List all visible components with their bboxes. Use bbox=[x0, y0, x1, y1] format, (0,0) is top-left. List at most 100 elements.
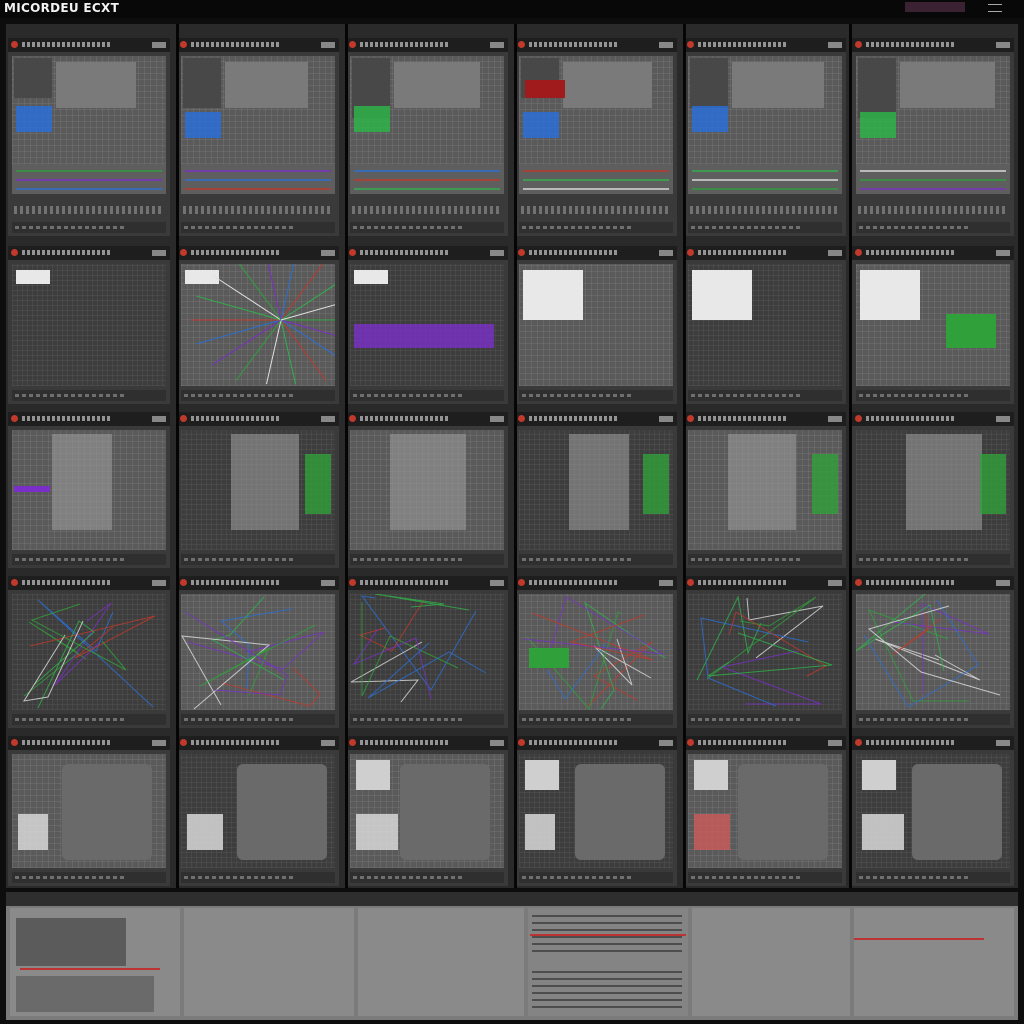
close-dot-icon[interactable] bbox=[349, 249, 356, 256]
status-ticks bbox=[522, 718, 632, 721]
workspace-thumbnail[interactable] bbox=[8, 246, 170, 404]
thumbnail-control-icon[interactable] bbox=[996, 250, 1010, 256]
workspace-thumbnail[interactable] bbox=[515, 412, 677, 568]
workspace-thumbnail[interactable] bbox=[684, 38, 846, 236]
close-dot-icon[interactable] bbox=[349, 415, 356, 422]
bottom-preview-2[interactable] bbox=[184, 908, 354, 1016]
thumbnail-control-icon[interactable] bbox=[828, 580, 842, 586]
close-dot-icon[interactable] bbox=[518, 249, 525, 256]
bottom-preview-6[interactable] bbox=[854, 908, 1014, 1016]
thumbnail-control-icon[interactable] bbox=[490, 42, 504, 48]
workspace-thumbnail[interactable] bbox=[852, 38, 1014, 236]
workspace-thumbnail[interactable] bbox=[346, 246, 508, 404]
close-dot-icon[interactable] bbox=[687, 41, 694, 48]
workspace-thumbnail[interactable] bbox=[177, 246, 339, 404]
thumbnail-control-icon[interactable] bbox=[490, 740, 504, 746]
thumbnail-control-icon[interactable] bbox=[659, 42, 673, 48]
workspace-thumbnail[interactable] bbox=[515, 38, 677, 236]
close-dot-icon[interactable] bbox=[349, 579, 356, 586]
close-dot-icon[interactable] bbox=[687, 579, 694, 586]
thumbnail-control-icon[interactable] bbox=[152, 740, 166, 746]
close-dot-icon[interactable] bbox=[518, 41, 525, 48]
close-dot-icon[interactable] bbox=[11, 739, 18, 746]
workspace-thumbnail[interactable] bbox=[515, 736, 677, 886]
thumbnail-control-icon[interactable] bbox=[659, 580, 673, 586]
thumbnail-control-icon[interactable] bbox=[828, 42, 842, 48]
close-dot-icon[interactable] bbox=[349, 41, 356, 48]
close-dot-icon[interactable] bbox=[687, 739, 694, 746]
thumbnail-control-icon[interactable] bbox=[659, 250, 673, 256]
bottom-preview-1[interactable] bbox=[10, 908, 180, 1016]
close-dot-icon[interactable] bbox=[855, 739, 862, 746]
close-dot-icon[interactable] bbox=[11, 579, 18, 586]
thumbnail-control-icon[interactable] bbox=[490, 416, 504, 422]
menu-icon[interactable] bbox=[988, 4, 1002, 12]
bottom-preview-4[interactable] bbox=[528, 908, 688, 1016]
workspace-thumbnail[interactable] bbox=[684, 576, 846, 728]
workspace-thumbnail[interactable] bbox=[8, 576, 170, 728]
workspace-thumbnail[interactable] bbox=[684, 412, 846, 568]
close-dot-icon[interactable] bbox=[855, 579, 862, 586]
workspace-thumbnail[interactable] bbox=[346, 736, 508, 886]
thumbnail-control-icon[interactable] bbox=[152, 250, 166, 256]
thumbnail-viewport bbox=[519, 430, 673, 550]
thumbnail-control-icon[interactable] bbox=[321, 250, 335, 256]
status-ticks bbox=[184, 876, 294, 879]
close-dot-icon[interactable] bbox=[180, 41, 187, 48]
thumbnail-control-icon[interactable] bbox=[152, 416, 166, 422]
thumbnail-control-icon[interactable] bbox=[659, 740, 673, 746]
workspace-thumbnail[interactable] bbox=[684, 246, 846, 404]
thumbnail-control-icon[interactable] bbox=[321, 580, 335, 586]
close-dot-icon[interactable] bbox=[180, 579, 187, 586]
workspace-thumbnail[interactable] bbox=[177, 38, 339, 236]
thumbnail-control-icon[interactable] bbox=[321, 42, 335, 48]
close-dot-icon[interactable] bbox=[687, 415, 694, 422]
bottom-preview-5[interactable] bbox=[692, 908, 850, 1016]
workspace-thumbnail[interactable] bbox=[852, 246, 1014, 404]
thumbnail-control-icon[interactable] bbox=[828, 740, 842, 746]
workspace-thumbnail[interactable] bbox=[852, 412, 1014, 568]
close-dot-icon[interactable] bbox=[11, 249, 18, 256]
workspace-thumbnail[interactable] bbox=[684, 736, 846, 886]
workspace-thumbnail[interactable] bbox=[177, 412, 339, 568]
close-dot-icon[interactable] bbox=[11, 41, 18, 48]
close-dot-icon[interactable] bbox=[518, 579, 525, 586]
workspace-thumbnail[interactable] bbox=[346, 576, 508, 728]
thumbnail-control-icon[interactable] bbox=[996, 42, 1010, 48]
thumbnail-control-icon[interactable] bbox=[828, 416, 842, 422]
close-dot-icon[interactable] bbox=[349, 739, 356, 746]
workspace-thumbnail[interactable] bbox=[8, 736, 170, 886]
close-dot-icon[interactable] bbox=[855, 41, 862, 48]
bottom-preview-3[interactable] bbox=[358, 908, 524, 1016]
thumbnail-control-icon[interactable] bbox=[490, 580, 504, 586]
thumbnail-control-icon[interactable] bbox=[152, 42, 166, 48]
close-dot-icon[interactable] bbox=[180, 249, 187, 256]
thumbnail-control-icon[interactable] bbox=[996, 416, 1010, 422]
close-dot-icon[interactable] bbox=[687, 249, 694, 256]
thumbnail-control-icon[interactable] bbox=[490, 250, 504, 256]
close-dot-icon[interactable] bbox=[11, 415, 18, 422]
workspace-thumbnail[interactable] bbox=[8, 38, 170, 236]
thumbnail-control-icon[interactable] bbox=[321, 416, 335, 422]
close-dot-icon[interactable] bbox=[518, 415, 525, 422]
workspace-thumbnail[interactable] bbox=[8, 412, 170, 568]
thumbnail-control-icon[interactable] bbox=[321, 740, 335, 746]
thumbnail-control-icon[interactable] bbox=[152, 580, 166, 586]
thumbnail-control-icon[interactable] bbox=[996, 580, 1010, 586]
thumbnail-control-icon[interactable] bbox=[659, 416, 673, 422]
workspace-thumbnail[interactable] bbox=[346, 38, 508, 236]
workspace-thumbnail[interactable] bbox=[515, 246, 677, 404]
workspace-thumbnail[interactable] bbox=[177, 576, 339, 728]
close-dot-icon[interactable] bbox=[518, 739, 525, 746]
thumbnail-control-icon[interactable] bbox=[828, 250, 842, 256]
workspace-thumbnail[interactable] bbox=[346, 412, 508, 568]
thumbnail-control-icon[interactable] bbox=[996, 740, 1010, 746]
close-dot-icon[interactable] bbox=[855, 249, 862, 256]
close-dot-icon[interactable] bbox=[180, 415, 187, 422]
workspace-thumbnail[interactable] bbox=[515, 576, 677, 728]
close-dot-icon[interactable] bbox=[180, 739, 187, 746]
workspace-thumbnail[interactable] bbox=[852, 736, 1014, 886]
close-dot-icon[interactable] bbox=[855, 415, 862, 422]
workspace-thumbnail[interactable] bbox=[852, 576, 1014, 728]
workspace-thumbnail[interactable] bbox=[177, 736, 339, 886]
